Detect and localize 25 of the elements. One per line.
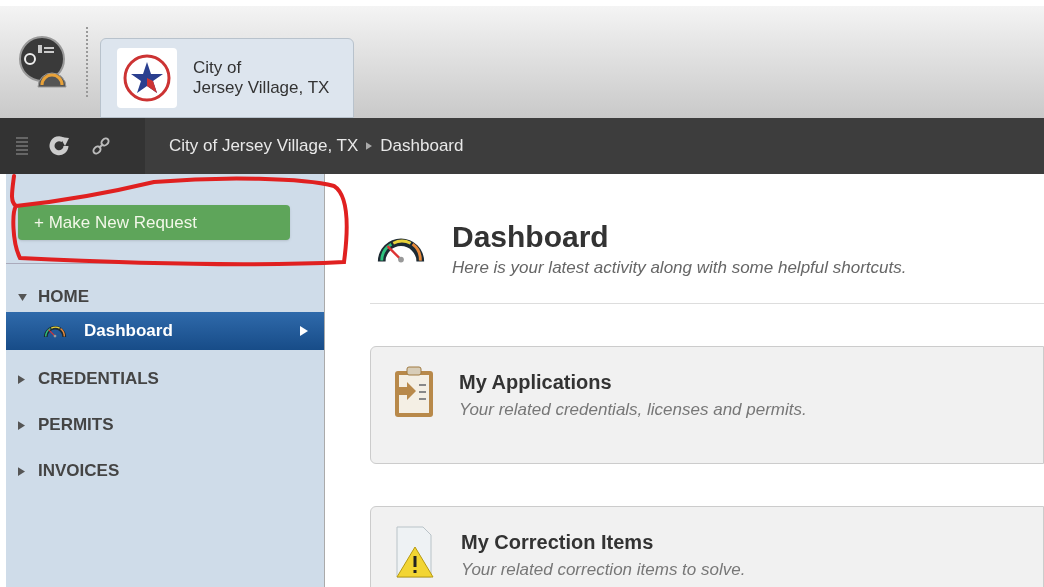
- organization-name: City of: [193, 58, 243, 78]
- gauge-icon: [42, 324, 68, 338]
- link-icon[interactable]: [90, 135, 112, 157]
- card-title: My Correction Items: [461, 529, 655, 555]
- dashboard-card[interactable]: My Applications Your related credentials, licenses and permits.: [370, 345, 1044, 464]
- breadcrumb-link[interactable]: Dashboard: [380, 133, 464, 159]
- caret-right-icon: [300, 326, 308, 336]
- sidebar-section[interactable]: PERMITS: [6, 402, 324, 448]
- warning-document-icon: [393, 524, 437, 579]
- card-description: Your related credentials, licenses and permits.: [459, 398, 807, 421]
- sidebar-section[interactable]: CREDENTIALS: [6, 356, 324, 402]
- page-title: Dashboard: [452, 219, 610, 255]
- refresh-icon[interactable]: [48, 135, 70, 157]
- dashboard-card[interactable]: My Correction Items Your related correction items to solve.: [370, 505, 1044, 587]
- organization-name: Jersey Village, TX: [193, 78, 330, 98]
- card-description: Your related correction items to solve.: [461, 558, 746, 581]
- city-seal-logo: [117, 48, 177, 108]
- card-title: My Applications: [459, 369, 613, 395]
- page-subtitle: Here is your latest activity along with some helpful shortcuts.: [452, 257, 907, 279]
- sidebar-section[interactable]: INVOICES: [6, 448, 324, 494]
- organization-tab[interactable]: City of Jersey Village, TX: [100, 38, 355, 118]
- clipboard-icon: [393, 364, 435, 419]
- breadcrumb-separator-icon: [366, 142, 373, 150]
- sidebar-item[interactable]: Dashboard: [6, 312, 324, 350]
- breadcrumb-link[interactable]: City of Jersey Village, TX: [169, 133, 359, 159]
